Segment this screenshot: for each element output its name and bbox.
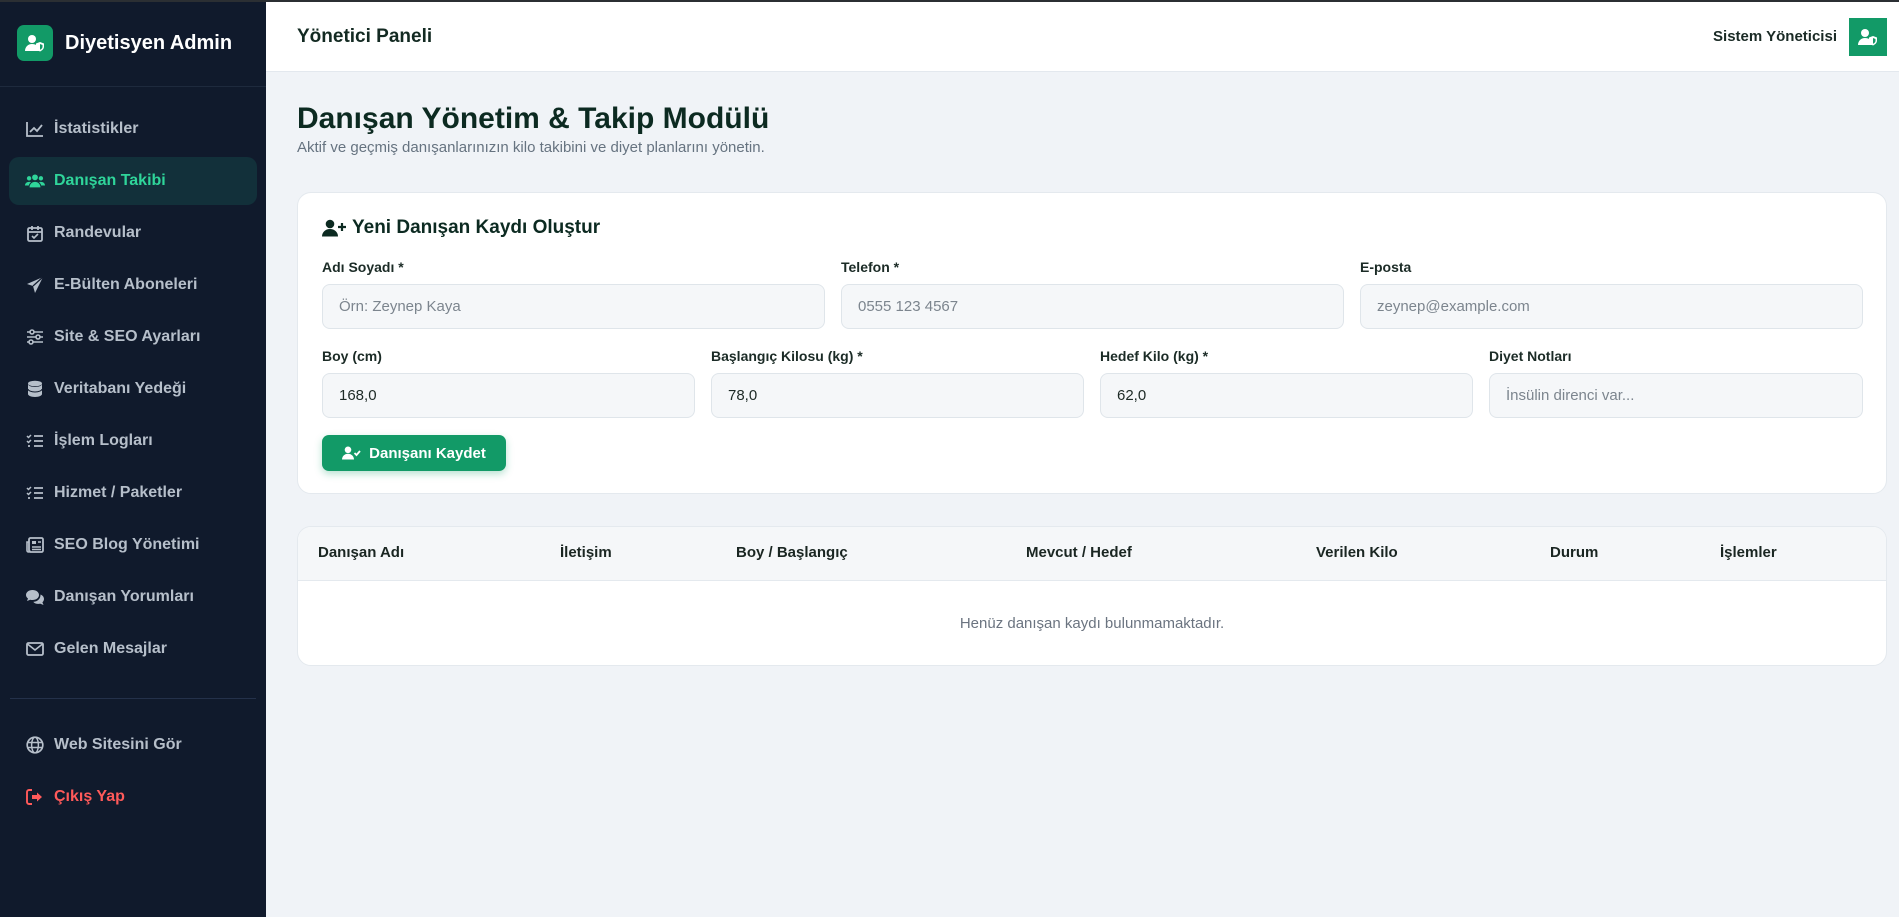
main-content: Danışan Yönetim & Takip Modülü Aktif ve … <box>297 72 1887 666</box>
globe-icon <box>25 735 45 755</box>
sidebar-item-danisan-yorumlari[interactable]: Danışan Yorumları <box>9 573 257 621</box>
user-name: Sistem Yöneticisi <box>1713 28 1837 45</box>
target-weight-label: Hedef Kilo (kg) * <box>1100 348 1209 364</box>
sidebar: Diyetisyen Admin İstatistikler Danışan T… <box>0 0 266 917</box>
column-header: Durum <box>1550 544 1599 561</box>
chart-line-icon <box>25 119 45 139</box>
top-header: Yönetici Paneli Sistem Yöneticisi <box>266 2 1899 72</box>
page-title: Danışan Yönetim & Takip Modülü <box>297 102 770 135</box>
phone-field-group: Telefon * <box>841 259 1344 329</box>
form-title: Yeni Danışan Kaydı Oluştur <box>322 217 600 239</box>
column-header: İletişim <box>560 544 612 561</box>
sidebar-item-label: Randevular <box>54 224 142 241</box>
header-title: Yönetici Paneli <box>297 25 433 47</box>
list-check-icon <box>25 483 45 503</box>
newspaper-icon <box>25 535 45 555</box>
sidebar-item-label: Web Sitesini Gör <box>54 736 182 753</box>
notes-label: Diyet Notları <box>1489 348 1572 364</box>
page-subtitle: Aktif ve geçmiş danışanlarınızın kilo ta… <box>297 139 765 156</box>
empty-state-text: Henüz danışan kaydı bulunmamaktadır. <box>959 615 1225 632</box>
sidebar-item-islem-loglari[interactable]: İşlem Logları <box>9 417 257 465</box>
sidebar-item-label: Veritabanı Yedeği <box>54 380 187 397</box>
sidebar-item-danisan-takibi[interactable]: Danışan Takibi <box>9 157 257 205</box>
sidebar-item-label: SEO Blog Yönetimi <box>54 536 200 553</box>
start-weight-field-group: Başlangıç Kilosu (kg) * <box>711 348 1084 418</box>
clients-table: Danışan Adı İletişim Boy / Başlangıç Mev… <box>297 526 1887 666</box>
new-client-form-card: Yeni Danışan Kaydı Oluştur Adı Soyadı * … <box>297 192 1887 494</box>
start-weight-label: Başlangıç Kilosu (kg) * <box>711 348 863 364</box>
sidebar-item-randevular[interactable]: Randevular <box>9 209 257 257</box>
sidebar-divider <box>10 698 256 699</box>
envelope-icon <box>25 639 45 659</box>
column-header: Danışan Adı <box>318 544 405 561</box>
sidebar-item-label: Çıkış Yap <box>54 788 125 805</box>
window-top-edge <box>0 0 1899 2</box>
list-check-icon <box>25 431 45 451</box>
target-weight-field[interactable] <box>1100 373 1473 418</box>
sidebar-item-gelen-mesajlar[interactable]: Gelen Mesajlar <box>9 625 257 673</box>
height-label: Boy (cm) <box>322 348 382 364</box>
phone-label: Telefon * <box>841 259 900 275</box>
sidebar-item-label: Site & SEO Ayarları <box>54 328 201 345</box>
sidebar-item-istatistikler[interactable]: İstatistikler <box>9 105 257 153</box>
comments-icon <box>25 587 45 607</box>
user-check-icon <box>342 446 361 460</box>
sidebar-item-site-seo[interactable]: Site & SEO Ayarları <box>9 313 257 361</box>
sidebar-item-label: İstatistikler <box>54 120 139 137</box>
database-icon <box>25 379 45 399</box>
form-title-text: Yeni Danışan Kaydı Oluştur <box>352 217 601 238</box>
email-field[interactable] <box>1360 284 1863 329</box>
height-field[interactable] <box>322 373 695 418</box>
sign-out-icon <box>25 787 45 807</box>
start-weight-field[interactable] <box>711 373 1084 418</box>
brand[interactable]: Diyetisyen Admin <box>0 0 266 87</box>
column-header: İşlemler <box>1720 544 1777 561</box>
user-shield-icon <box>17 25 53 61</box>
users-icon <box>25 171 45 191</box>
sidebar-item-label: Gelen Mesajlar <box>54 640 167 657</box>
user-shield-icon <box>1858 29 1877 46</box>
notes-field[interactable] <box>1489 373 1863 418</box>
sidebar-item-label: Danışan Yorumları <box>54 588 194 605</box>
table-header: Danışan Adı İletişim Boy / Başlangıç Mev… <box>298 527 1886 581</box>
sidebar-item-web-sitesi[interactable]: Web Sitesini Gör <box>9 721 257 769</box>
sidebar-item-label: Danışan Takibi <box>54 172 166 189</box>
brand-title: Diyetisyen Admin <box>65 31 233 54</box>
target-weight-field-group: Hedef Kilo (kg) * <box>1100 348 1473 418</box>
name-field[interactable] <box>322 284 825 329</box>
save-button-label: Danışanı Kaydet <box>369 444 486 462</box>
sidebar-item-label: İşlem Logları <box>54 432 153 449</box>
name-label: Adı Soyadı * <box>322 259 404 275</box>
sidebar-item-label: E-Bülten Aboneleri <box>54 276 198 293</box>
column-header: Verilen Kilo <box>1316 544 1398 561</box>
user-plus-icon <box>322 219 346 237</box>
avatar[interactable] <box>1849 18 1887 56</box>
sidebar-item-e-bulten[interactable]: E-Bülten Aboneleri <box>9 261 257 309</box>
column-header: Mevcut / Hedef <box>1026 544 1132 561</box>
height-field-group: Boy (cm) <box>322 348 695 418</box>
sliders-icon <box>25 327 45 347</box>
paper-plane-icon <box>25 275 45 295</box>
calendar-check-icon <box>25 223 45 243</box>
sidebar-item-veritabani[interactable]: Veritabanı Yedeği <box>9 365 257 413</box>
save-client-button[interactable]: Danışanı Kaydet <box>322 435 506 471</box>
email-field-group: E-posta <box>1360 259 1863 329</box>
name-field-group: Adı Soyadı * <box>322 259 825 329</box>
sidebar-nav: İstatistikler Danışan Takibi Randevular … <box>0 87 266 821</box>
sidebar-item-label: Hizmet / Paketler <box>54 484 183 501</box>
phone-field[interactable] <box>841 284 1344 329</box>
sidebar-item-hizmet-paketler[interactable]: Hizmet / Paketler <box>9 469 257 517</box>
notes-field-group: Diyet Notları <box>1489 348 1863 418</box>
logout-button[interactable]: Çıkış Yap <box>9 773 257 821</box>
column-header: Boy / Başlangıç <box>736 544 848 561</box>
email-label: E-posta <box>1360 259 1412 275</box>
sidebar-item-seo-blog[interactable]: SEO Blog Yönetimi <box>9 521 257 569</box>
